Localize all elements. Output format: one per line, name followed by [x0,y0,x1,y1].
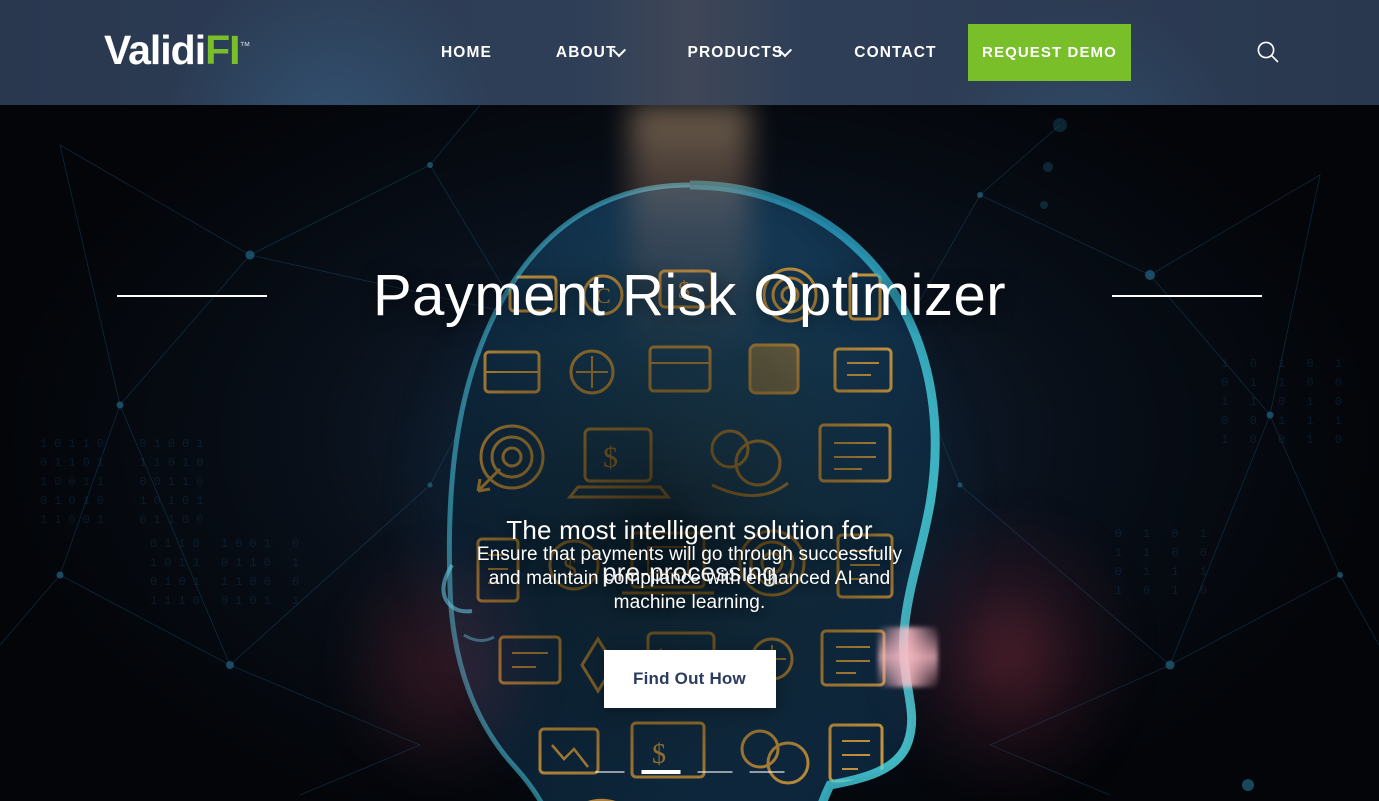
hero-content: Payment Risk Optimizer The most intellig… [0,105,1379,801]
carousel-dot-1[interactable] [595,771,624,773]
site-header: ValidiFI™ HOME ABOUT PRODUCTS CONTACT RE… [0,0,1379,105]
hero-body-text: Ensure that payments will go through suc… [476,544,903,613]
logo-trademark: ™ [239,40,251,53]
header-inner: ValidiFI™ HOME ABOUT PRODUCTS CONTACT RE… [0,0,1379,105]
nav-item-contact[interactable]: CONTACT [854,44,959,62]
hero-section: 10110 01001 01101 11010 10011 00110 0101… [0,105,1379,801]
search-button[interactable] [1249,33,1287,71]
nav-item-label: HOME [441,43,492,61]
site-logo[interactable]: ValidiFI™ [104,30,251,71]
page-title: Payment Risk Optimizer [372,263,1007,328]
carousel-indicators [595,770,784,774]
logo-accent-text: FI [205,27,240,73]
find-out-how-button[interactable]: Find Out How [603,650,776,708]
carousel-dot-2[interactable] [641,770,680,774]
nav-item-home[interactable]: HOME [441,44,515,62]
carousel-dot-3[interactable] [697,771,732,773]
page-root: ValidiFI™ HOME ABOUT PRODUCTS CONTACT RE… [0,0,1379,801]
logo-primary-text: Validi [104,27,206,73]
nav-item-products[interactable]: PRODUCTS [687,42,814,62]
nav-item-label: CONTACT [854,43,937,61]
nav-item-about[interactable]: ABOUT [555,42,647,62]
title-rule-left [116,294,267,297]
title-rule-right [1112,294,1263,297]
nav-item-label: ABOUT [555,43,617,61]
hero-title-row: Payment Risk Optimizer [0,264,1379,328]
carousel-dot-4[interactable] [749,771,784,773]
search-icon [1257,41,1279,63]
request-demo-button[interactable]: REQUEST DEMO [968,24,1131,81]
nav-item-label: PRODUCTS [687,43,784,61]
